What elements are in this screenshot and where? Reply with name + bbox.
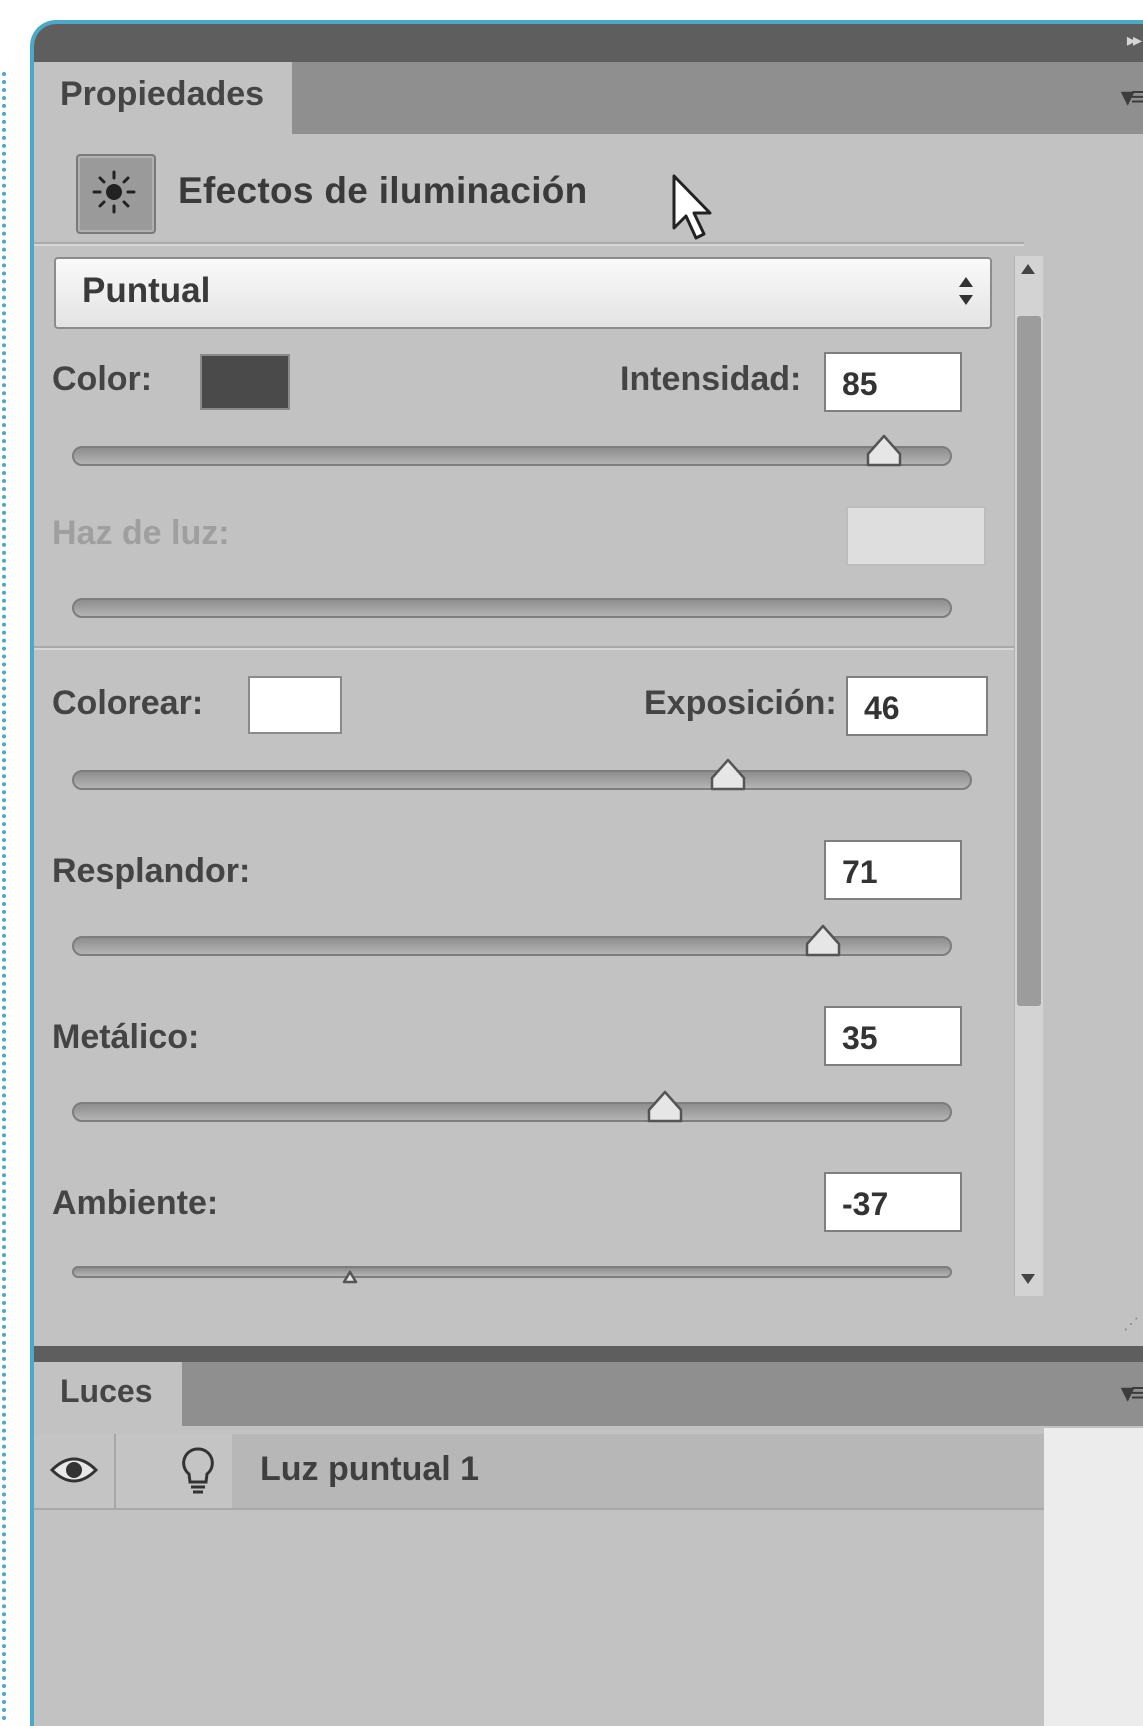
- exposicion-slider-thumb[interactable]: [708, 756, 748, 792]
- color-swatch[interactable]: [200, 354, 290, 410]
- intensidad-slider-thumb[interactable]: [864, 432, 904, 468]
- header-divider: [34, 242, 1024, 246]
- resplandor-slider[interactable]: [72, 924, 952, 957]
- properties-scrollbar[interactable]: [1014, 256, 1043, 1296]
- haz-de-luz-slider: [72, 598, 952, 618]
- resplandor-label: Resplandor:: [52, 852, 251, 890]
- haz-de-luz-field: [846, 506, 986, 566]
- light-type-value: Puntual: [82, 271, 211, 310]
- panel-titlebar: ▸▸: [34, 24, 1143, 62]
- ambiente-label: Ambiente:: [52, 1184, 219, 1222]
- section-divider: [34, 646, 1024, 650]
- resize-grip-icon[interactable]: ⋰: [1123, 1314, 1139, 1334]
- scroll-down-icon[interactable]: [1021, 1274, 1035, 1284]
- lights-menu-icon[interactable]: ▾≡: [1121, 1376, 1143, 1409]
- colorear-swatch[interactable]: [248, 676, 342, 734]
- ambiente-field[interactable]: -37: [824, 1172, 962, 1232]
- ambiente-slider-thumb[interactable]: [330, 1256, 370, 1292]
- dropdown-arrows-icon: [959, 277, 973, 305]
- visibility-toggle[interactable]: [34, 1434, 116, 1508]
- exposicion-label: Exposición:: [644, 684, 837, 722]
- metalico-slider-thumb[interactable]: [645, 1088, 685, 1124]
- ambiente-slider[interactable]: [72, 1266, 952, 1284]
- bulb-icon: [182, 1447, 214, 1494]
- lights-titlebar: [34, 1346, 1143, 1362]
- lights-tabstrip: Luces ▾≡: [34, 1362, 1143, 1426]
- intensidad-field[interactable]: 85: [824, 352, 962, 412]
- resplandor-field[interactable]: 71: [824, 840, 962, 900]
- color-label: Color:: [52, 360, 153, 398]
- intensidad-slider[interactable]: [72, 434, 952, 467]
- panel-header: Efectos de iluminación: [34, 134, 1143, 254]
- metalico-label: Metálico:: [52, 1018, 200, 1056]
- exposicion-field[interactable]: 46: [846, 676, 988, 736]
- light-name: Luz puntual 1: [260, 1450, 480, 1488]
- light-effects-icon: [76, 154, 156, 234]
- light-type-select[interactable]: Puntual: [54, 257, 992, 329]
- properties-panel: ▸▸ Propiedades ▾≡ Efectos de iluminación…: [30, 20, 1143, 1726]
- intensidad-label: Intensidad:: [620, 360, 802, 398]
- scroll-up-icon[interactable]: [1021, 264, 1035, 274]
- exposicion-slider[interactable]: [72, 758, 972, 791]
- properties-tabstrip: Propiedades ▾≡: [34, 62, 1143, 134]
- colorear-label: Colorear:: [52, 684, 204, 722]
- metalico-field[interactable]: 35: [824, 1006, 962, 1066]
- cursor-arrow-icon: [672, 174, 712, 240]
- panel-menu-icon[interactable]: ▾≡: [1121, 80, 1143, 113]
- panel-title: Efectos de iluminación: [178, 170, 588, 211]
- light-list-item[interactable]: Luz puntual 1: [34, 1434, 1044, 1510]
- tab-propiedades[interactable]: Propiedades: [34, 62, 293, 134]
- scroll-thumb[interactable]: [1017, 316, 1041, 1006]
- haz-de-luz-label: Haz de luz:: [52, 514, 230, 552]
- eye-icon: [50, 1457, 98, 1483]
- collapse-icon[interactable]: ▸▸: [1127, 30, 1142, 51]
- metalico-slider[interactable]: [72, 1090, 952, 1123]
- resplandor-slider-thumb[interactable]: [803, 922, 843, 958]
- panel-edge: [1044, 1428, 1143, 1726]
- tab-luces[interactable]: Luces: [34, 1362, 183, 1426]
- dotted-guide: [2, 72, 6, 1722]
